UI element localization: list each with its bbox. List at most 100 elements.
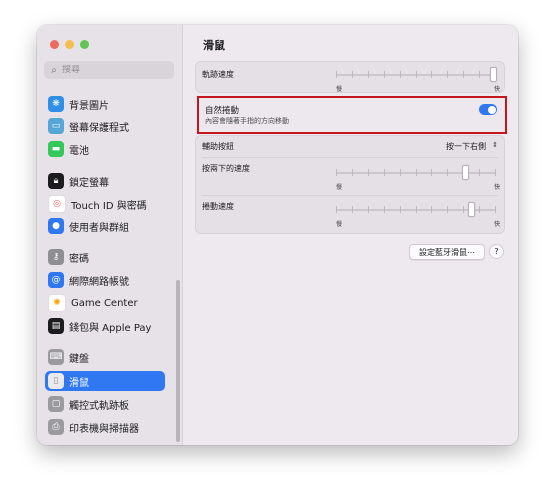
scrolling-speed-label: 捲動速度 (202, 202, 234, 211)
slider-knob[interactable] (468, 202, 475, 217)
sidebar-item-keyboard[interactable]: ⌨︎ 鍵盤 (45, 347, 165, 367)
main-pane: 滑鼠 軌跡速度 慢 快 自然捲動 內容會隨著手指的方向移動 輔助按鈕 按一下右側 (183, 25, 518, 445)
slider-tick (463, 71, 464, 78)
system-settings-window: ⌕ ❋ 背景圖片 ▭ 螢幕保護程式 ▬ 電池 🔒︎ 鎖定螢幕 ◎ Touch I… (37, 25, 518, 445)
sidebar-item-label: 鍵盤 (69, 353, 89, 365)
slider-tick (431, 169, 432, 176)
sidebar-item-internet-accounts[interactable]: @ 網際網路帳號 (45, 270, 165, 290)
slider-tick (431, 71, 432, 78)
secondary-click-popup[interactable]: 按一下右側 (446, 141, 486, 152)
wallpaper-icon: ❋ (48, 96, 64, 112)
sidebar-item-label: Game Center (71, 297, 138, 309)
slider-tick (463, 206, 464, 213)
sidebar-item-label: 密碼 (69, 253, 89, 265)
sidebar-item-label: 網際網路帳號 (69, 276, 129, 288)
search-icon: ⌕ (51, 64, 57, 76)
slider-max-label: 快 (493, 86, 500, 93)
slider-knob[interactable] (490, 67, 497, 82)
slider-tick (368, 169, 369, 176)
sidebar-item-screensaver[interactable]: ▭ 螢幕保護程式 (45, 116, 165, 136)
battery-icon: ▬ (48, 141, 64, 157)
slider-tick (400, 206, 401, 213)
double-click-speed-row: 按兩下的速度 慢 快 (196, 158, 504, 194)
slider-tick (495, 206, 496, 213)
slider-tick (352, 206, 353, 213)
slider-max-label: 快 (493, 184, 500, 191)
mouse-icon: ▯ (48, 373, 64, 389)
sidebar-item-label: 滑鼠 (69, 377, 89, 389)
scrolling-speed-row: 捲動速度 慢 快 (196, 196, 504, 232)
sidebar-item-touch-id[interactable]: ◎ Touch ID 與密碼 (45, 194, 165, 214)
slider-tick (447, 169, 448, 176)
sidebar-item-wallpaper[interactable]: ❋ 背景圖片 (45, 94, 165, 114)
slider-tick (416, 71, 417, 78)
sidebar-item-label: 電池 (69, 145, 89, 157)
sidebar-item-label: 印表機與掃描器 (69, 423, 139, 435)
slider-max-label: 快 (493, 221, 500, 228)
toggle-knob (487, 105, 496, 114)
slider-tick (416, 206, 417, 213)
page-title: 滑鼠 (203, 39, 225, 52)
slider-tick (447, 71, 448, 78)
sidebar-scrollbar[interactable] (176, 280, 180, 442)
slider-tick (384, 169, 385, 176)
natural-scrolling-label: 自然捲動 (205, 106, 240, 116)
sidebar-item-label: 鎖定螢幕 (69, 177, 109, 189)
sidebar-item-printers[interactable]: ⎙ 印表機與掃描器 (45, 417, 165, 437)
tracking-speed-label: 軌跡速度 (202, 70, 234, 79)
game-center-icon: ✺ (48, 294, 66, 312)
slider-tick (368, 71, 369, 78)
sidebar-item-mouse[interactable]: ▯ 滑鼠 (45, 371, 165, 391)
slider-tick (384, 71, 385, 78)
search-field[interactable]: ⌕ (44, 61, 174, 79)
slider-tick (336, 71, 337, 78)
slider-tick (400, 71, 401, 78)
sidebar-item-lock-screen[interactable]: 🔒︎ 鎖定螢幕 (45, 171, 165, 191)
sidebar-item-label: 螢幕保護程式 (69, 122, 129, 134)
fingerprint-icon: ◎ (48, 195, 66, 213)
sidebar-item-battery[interactable]: ▬ 電池 (45, 139, 165, 159)
slider-knob[interactable] (462, 165, 469, 180)
slider-tick (479, 169, 480, 176)
slider-tick (384, 206, 385, 213)
chevron-up-down-icon[interactable]: ⇕ (492, 141, 498, 149)
secondary-click-label: 輔助按鈕 (202, 142, 234, 151)
slider-tick (495, 169, 496, 176)
wallet-icon: ▤ (48, 318, 64, 334)
search-input[interactable] (62, 65, 162, 75)
sidebar-item-passwords[interactable]: ⚷ 密碼 (45, 247, 165, 267)
sidebar-item-label: 背景圖片 (69, 100, 109, 112)
window-controls (50, 40, 89, 49)
help-button[interactable]: ? (489, 244, 504, 259)
minimize-window-button[interactable] (65, 40, 74, 49)
close-window-button[interactable] (50, 40, 59, 49)
natural-scrolling-toggle[interactable] (479, 104, 497, 115)
sidebar-item-label: Touch ID 與密碼 (71, 200, 147, 212)
zoom-window-button[interactable] (80, 40, 89, 49)
sidebar-item-label: 錢包與 Apple Pay (69, 322, 152, 334)
double-click-speed-label: 按兩下的速度 (202, 164, 250, 173)
screensaver-icon: ▭ (48, 118, 64, 134)
printer-icon: ⎙ (48, 419, 64, 435)
slider-min-label: 慢 (336, 221, 343, 228)
keyboard-icon: ⌨︎ (48, 349, 64, 365)
key-icon: ⚷ (48, 249, 64, 265)
natural-scrolling-description: 內容會隨著手指的方向移動 (205, 117, 289, 125)
slider-tick (336, 206, 337, 213)
setup-bluetooth-mouse-button[interactable]: 設定藍牙滑鼠⋯ (409, 244, 485, 260)
sidebar-item-game-center[interactable]: ✺ Game Center (45, 293, 165, 313)
lock-icon: 🔒︎ (48, 173, 64, 189)
at-icon: @ (48, 272, 64, 288)
sidebar-item-wallet[interactable]: ▤ 錢包與 Apple Pay (45, 316, 165, 336)
slider-tick (479, 71, 480, 78)
slider-tick (431, 206, 432, 213)
slider-tick (352, 169, 353, 176)
sidebar-item-trackpad[interactable]: ▢ 觸控式軌跡板 (45, 394, 165, 414)
sidebar-item-users-groups[interactable]: ● 使用者與群組 (45, 216, 165, 236)
tracking-speed-group: 軌跡速度 慢 快 (195, 61, 505, 93)
natural-scrolling-row: 自然捲動 內容會隨著手指的方向移動 (197, 96, 507, 134)
slider-tick (336, 169, 337, 176)
users-icon: ● (48, 218, 64, 234)
slider-min-label: 慢 (336, 86, 343, 93)
sidebar-item-label: 使用者與群組 (69, 222, 129, 234)
